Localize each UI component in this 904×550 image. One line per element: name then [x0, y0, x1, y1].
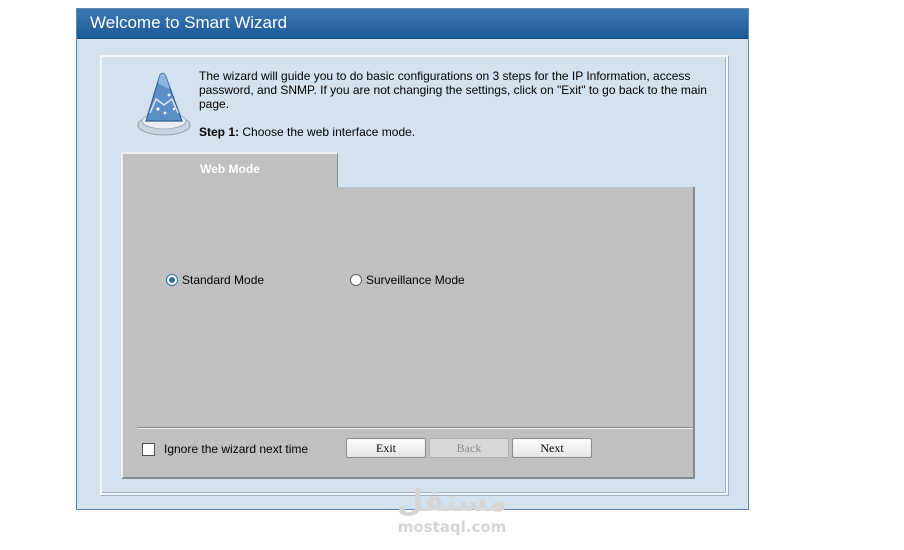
web-mode-panel: Standard Mode Surveillance Mode Ignore t…: [121, 187, 695, 479]
ignore-wizard-label: Ignore the wizard next time: [164, 442, 309, 456]
watermark-latin: mostaql.com: [397, 518, 507, 536]
intro-text: The wizard will guide you to do basic co…: [199, 69, 707, 111]
watermark-logo: مستقل mostaql.com: [396, 485, 508, 543]
ignore-wizard-checkbox[interactable]: [142, 442, 155, 456]
step-text: Choose the web interface mode.: [239, 125, 416, 139]
surveillance-mode-option[interactable]: Surveillance Mode: [350, 273, 465, 287]
exit-button[interactable]: Exit: [346, 438, 426, 458]
watermark-arabic: مستقل: [397, 484, 507, 519]
back-button[interactable]: Back: [429, 438, 509, 458]
surveillance-mode-label: Surveillance Mode: [366, 273, 465, 287]
step-instruction: Step 1: Choose the web interface mode.: [199, 125, 415, 139]
step-label: Step 1:: [199, 125, 240, 139]
tab-web-mode-label: Web Mode: [200, 162, 260, 176]
wizard-window: Welcome to Smart Wizard The wizard will …: [76, 8, 749, 510]
title-bar: Welcome to Smart Wizard: [77, 9, 748, 39]
tab-web-mode[interactable]: Web Mode: [121, 152, 338, 187]
ignore-wizard-option[interactable]: Ignore the wizard next time: [142, 442, 308, 456]
standard-mode-radio[interactable]: [166, 274, 178, 286]
wizard-panel: The wizard will guide you to do basic co…: [100, 55, 728, 495]
next-button[interactable]: Next: [512, 438, 592, 458]
window-title: Welcome to Smart Wizard: [90, 13, 288, 32]
standard-mode-option[interactable]: Standard Mode: [166, 273, 264, 287]
standard-mode-label: Standard Mode: [182, 273, 265, 287]
wizard-hat-icon: [137, 72, 191, 136]
footer-divider: [137, 427, 693, 429]
surveillance-mode-radio[interactable]: [350, 274, 362, 286]
